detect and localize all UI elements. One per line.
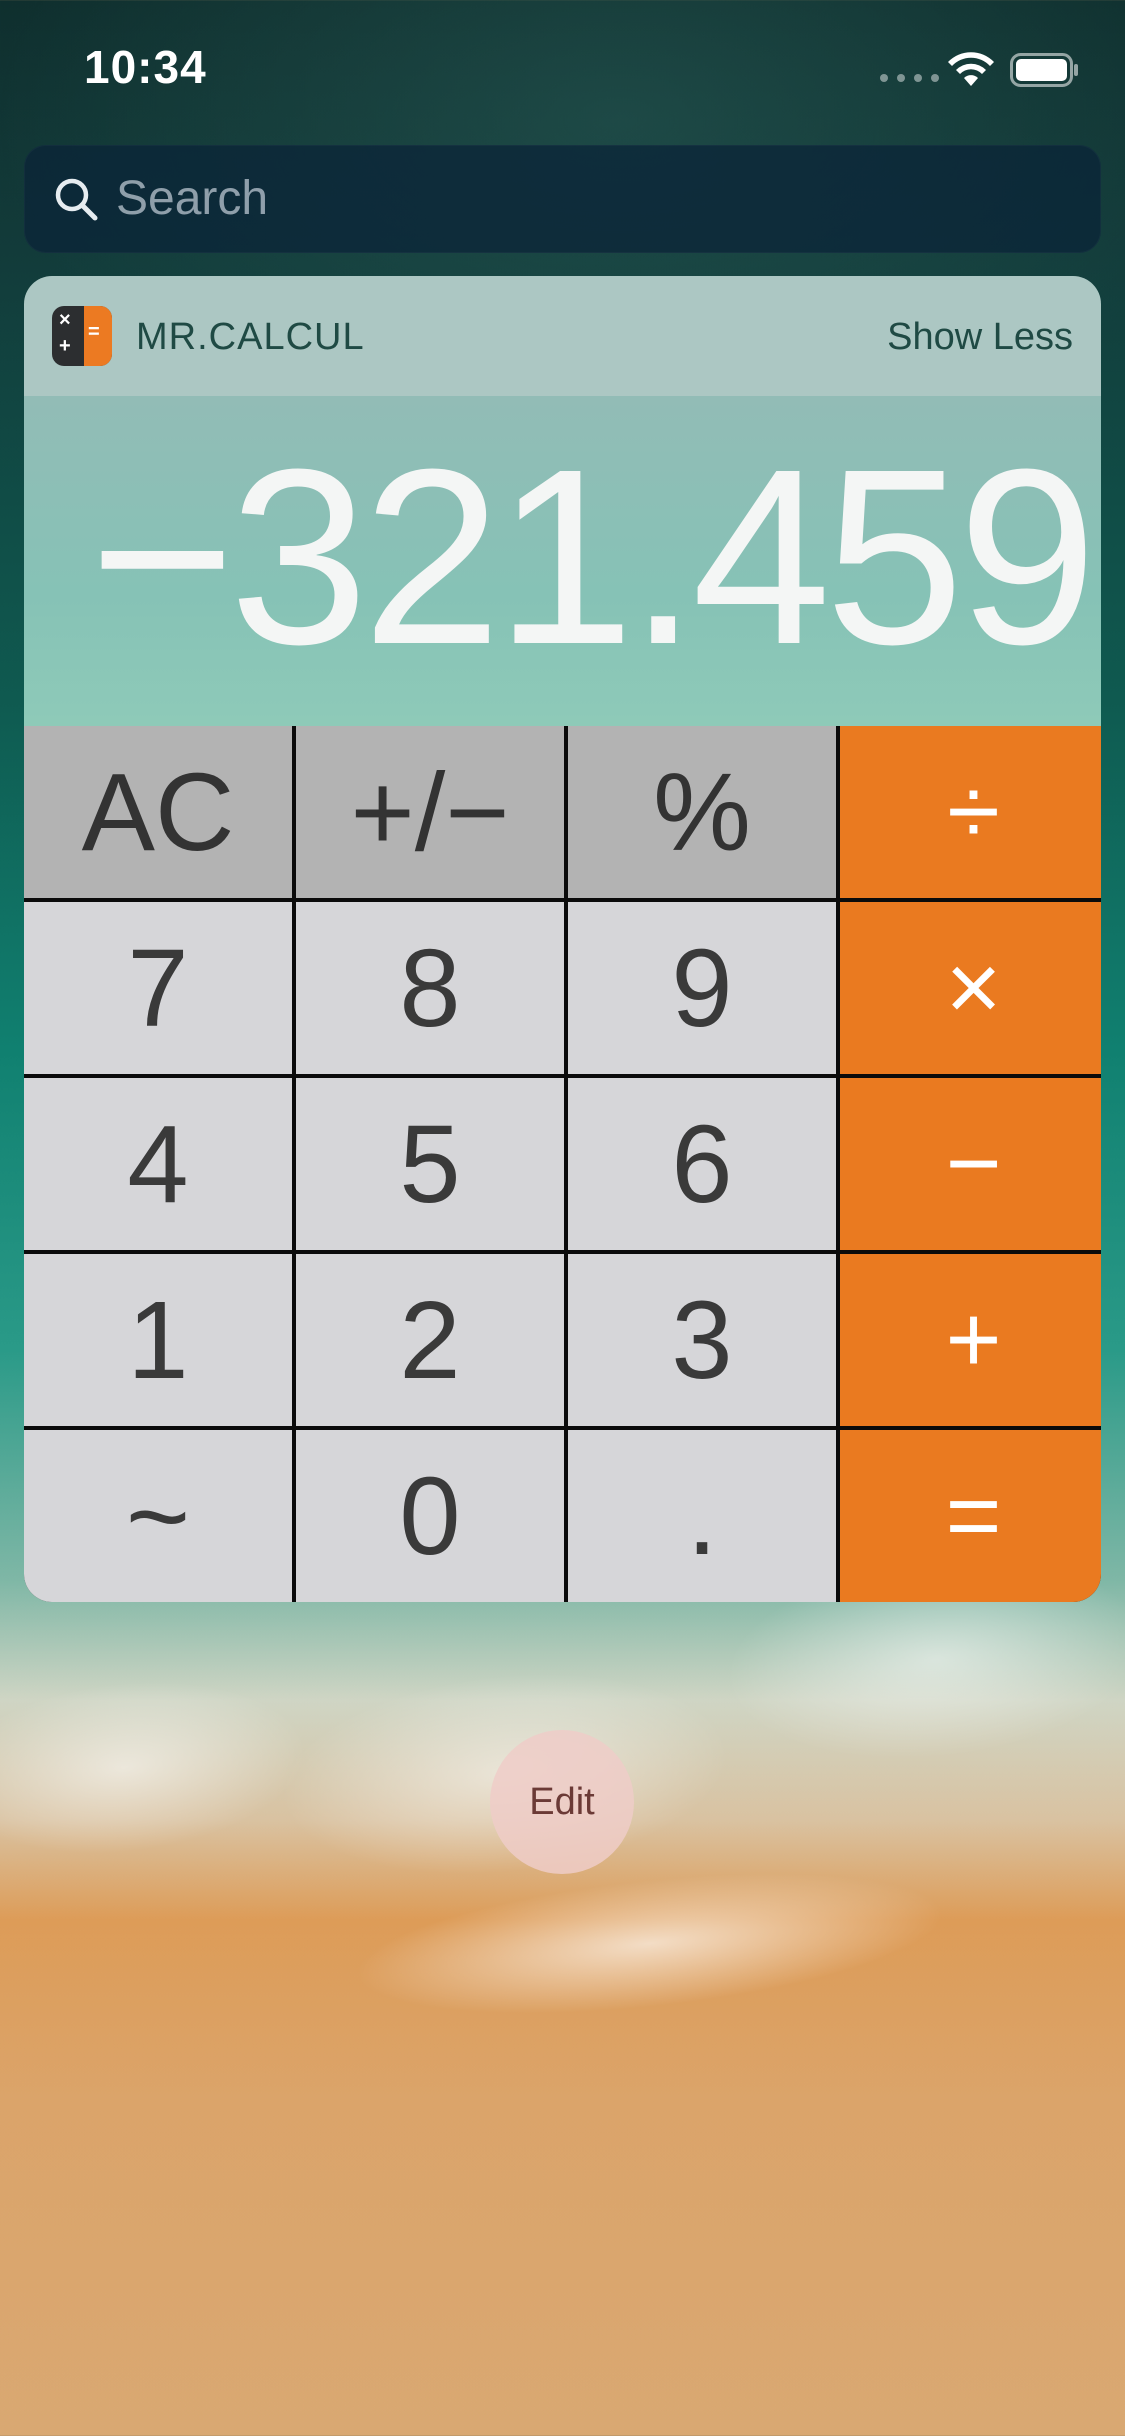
status-time: 10:34 — [84, 41, 207, 93]
search-input[interactable]: Search — [116, 171, 268, 226]
key-6[interactable]: 6 — [568, 1078, 836, 1250]
key-2[interactable]: 2 — [296, 1254, 564, 1426]
show-less-button[interactable]: Show Less — [887, 316, 1073, 359]
key-add[interactable]: + — [840, 1254, 1101, 1426]
status-bar: 10:34 — [0, 0, 1125, 130]
key-7[interactable]: 7 — [24, 902, 292, 1074]
key-5[interactable]: 5 — [296, 1078, 564, 1250]
key-percent[interactable]: % — [568, 726, 836, 898]
key-4[interactable]: 4 — [24, 1078, 292, 1250]
key-equals[interactable]: = — [840, 1430, 1101, 1602]
calculator-display: −321.459 — [24, 396, 1101, 726]
wifi-icon — [948, 52, 994, 86]
key-decimal[interactable]: . — [568, 1430, 836, 1602]
display-value: −321.459 — [89, 417, 1097, 696]
key-0[interactable]: 0 — [296, 1430, 564, 1602]
key-9[interactable]: 9 — [568, 902, 836, 1074]
edit-button[interactable]: Edit — [490, 1730, 634, 1874]
app-name: MR.CALCUL — [136, 316, 365, 358]
search-bar[interactable]: Search — [24, 145, 1101, 253]
key-8[interactable]: 8 — [296, 902, 564, 1074]
keypad: AC +/− % ÷ 7 8 9 × 4 5 6 − 1 2 3 + ~ 0 .… — [24, 726, 1101, 1602]
search-icon — [55, 178, 98, 221]
calculator-app-icon: × + = — [52, 306, 112, 366]
key-approx[interactable]: ~ — [24, 1430, 292, 1602]
key-1[interactable]: 1 — [24, 1254, 292, 1426]
key-3[interactable]: 3 — [568, 1254, 836, 1426]
battery-icon — [1010, 53, 1078, 87]
key-sign-toggle[interactable]: +/− — [296, 726, 564, 898]
key-multiply[interactable]: × — [840, 902, 1101, 1074]
key-subtract[interactable]: − — [840, 1078, 1101, 1250]
calculator-widget: × + = MR.CALCUL Show Less −321.459 AC +/… — [24, 276, 1101, 1602]
key-all-clear[interactable]: AC — [24, 726, 292, 898]
widget-header: × + = MR.CALCUL Show Less — [24, 276, 1101, 396]
signal-dots-icon — [880, 74, 939, 82]
key-divide[interactable]: ÷ — [840, 726, 1101, 898]
